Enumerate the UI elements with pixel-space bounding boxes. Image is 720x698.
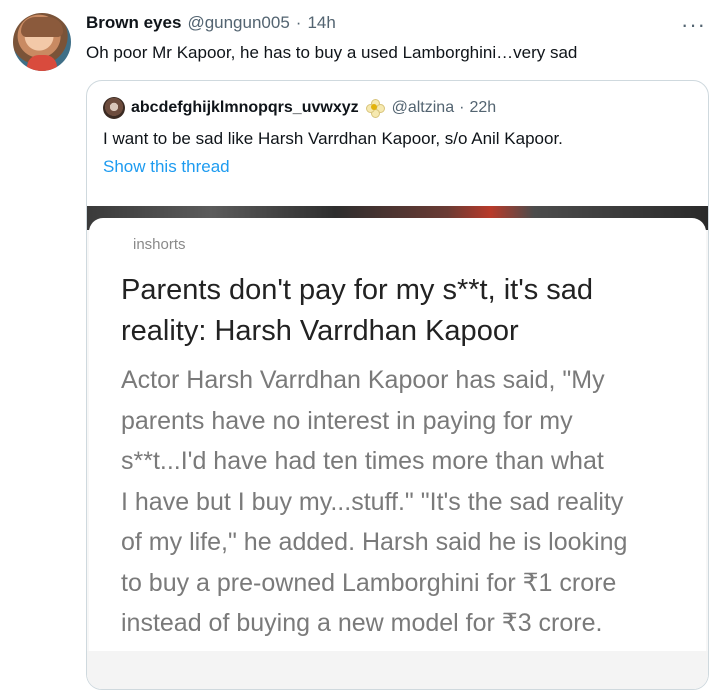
tweet-time[interactable]: 14h (307, 13, 335, 33)
news-headline: Parents don't pay for my s**t, it's sad … (121, 270, 661, 352)
body-line: instead of buying a new model for ₹3 cro… (121, 609, 603, 637)
headline-line: Parents don't pay for my s**t, it's sad (121, 274, 594, 306)
show-thread-link[interactable]: Show this thread (103, 157, 230, 177)
quoted-separator-dot: · (459, 99, 465, 116)
body-line: I have but I buy my...stuff." "It's the … (121, 487, 624, 516)
body-line: to buy a pre-owned Lamborghini for ₹1 cr… (121, 568, 617, 597)
news-card: inshorts Parents don't pay for my s**t, … (89, 218, 706, 688)
quoted-tweet-time: 22h (469, 99, 497, 116)
author-handle[interactable]: @gungun005 (187, 13, 289, 33)
quoted-author-name: abcdefghijklmnopqrs_uvwxyz (131, 99, 359, 116)
author-avatar[interactable] (13, 13, 71, 71)
quoted-author-handle: @altzina (391, 99, 455, 116)
quoted-author-avatar (103, 97, 125, 119)
source-tag: inshorts (117, 231, 202, 258)
avatar-shirt (27, 55, 57, 71)
headline-line: reality: Harsh Varrdhan Kapoor (121, 315, 519, 347)
body-line: parents have no interest in paying for m… (121, 406, 573, 435)
body-line: s**t...I'd have had ten times more than … (121, 447, 604, 475)
body-line: of my life," he added. Harsh said he is … (121, 528, 628, 556)
tweet-header: Brown eyes @gungun005 · 14h (86, 13, 336, 37)
quoted-tweet-header: abcdefghijklmnopqrs_uvwxyz @altzina · 22… (103, 97, 496, 119)
image-bottom-bar (87, 651, 708, 689)
flower-emoji-icon (365, 99, 385, 118)
quoted-tweet-image[interactable]: inshorts Parents don't pay for my s**t, … (87, 206, 708, 689)
body-line: Actor Harsh Varrdhan Kapoor has said, "M… (121, 366, 605, 394)
quoted-tweet[interactable]: abcdefghijklmnopqrs_uvwxyz @altzina · 22… (86, 80, 709, 690)
more-options-icon[interactable]: ··· (681, 12, 706, 38)
separator-dot: · (295, 13, 302, 32)
quoted-tweet-text: I want to be sad like Harsh Varrdhan Kap… (103, 129, 563, 148)
tweet-text: Oh poor Mr Kapoor, he has to buy a used … (86, 43, 578, 62)
news-body: Actor Harsh Varrdhan Kapoor has said, "M… (121, 360, 661, 644)
avatar-hair (21, 17, 63, 37)
author-name[interactable]: Brown eyes (86, 13, 181, 33)
